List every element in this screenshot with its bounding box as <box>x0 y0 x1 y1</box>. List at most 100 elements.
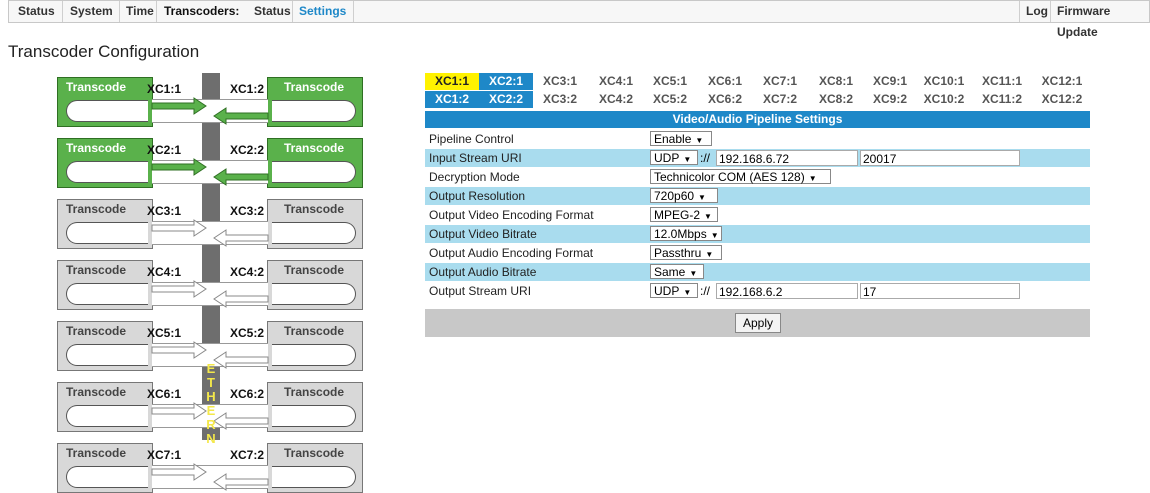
chevron-down-icon: ▼ <box>683 155 692 164</box>
tab-xc10-1[interactable]: XC10:1 <box>917 73 971 90</box>
tab-xc6-1[interactable]: XC6:1 <box>698 73 752 90</box>
pipeline-control-select[interactable]: Enable ▼ <box>650 131 712 146</box>
arrow-left-icon <box>213 412 269 430</box>
transcode-box-left[interactable]: Transcode <box>57 260 153 310</box>
chevron-down-icon: ▼ <box>698 193 706 202</box>
transcode-box-right[interactable]: Transcode <box>267 199 363 249</box>
signal-loop-left <box>66 222 148 244</box>
transcode-box-left[interactable]: Transcode <box>57 382 153 432</box>
nav-divider <box>1050 1 1051 22</box>
xc-label-right: XC1:2 <box>230 82 265 96</box>
chevron-down-icon: ▼ <box>704 212 712 221</box>
transcode-box-left[interactable]: Transcode <box>57 77 153 127</box>
tab-xc3-2[interactable]: XC3:2 <box>533 91 587 108</box>
transcode-box-left[interactable]: Transcode <box>57 321 153 371</box>
transcoder-diagram: Transcode Transcode XC1:1 XC1:2 Transcode Tra… <box>0 0 400 493</box>
transcode-label: Transcode <box>284 202 345 216</box>
row-output-video-bitrate: Output Video Bitrate 12.0Mbps ▼ <box>425 225 1090 243</box>
xc-label-right: XC2:2 <box>230 143 265 157</box>
output-video-format-select[interactable]: MPEG-2 ▼ <box>650 207 718 222</box>
signal-arrows <box>151 280 269 308</box>
signal-loop-left <box>66 161 148 183</box>
tab-xc2-2[interactable]: XC2:2 <box>479 91 533 108</box>
chevron-down-icon: ▼ <box>683 288 692 297</box>
tab-xc8-1[interactable]: XC8:1 <box>809 73 863 90</box>
tab-xc5-1[interactable]: XC5:1 <box>643 73 697 90</box>
arrow-right-icon <box>151 341 207 359</box>
transcode-box-right[interactable]: Transcode <box>267 382 363 432</box>
arrow-right-icon <box>151 402 207 420</box>
tab-xc4-2[interactable]: XC4:2 <box>589 91 643 108</box>
transcode-box-right[interactable]: Transcode <box>267 443 363 493</box>
tab-xc3-1[interactable]: XC3:1 <box>533 73 587 90</box>
tab-xc1-2[interactable]: XC1:2 <box>425 91 479 108</box>
signal-loop-right <box>272 222 356 244</box>
signal-loop-right <box>272 100 356 122</box>
tab-xc12-2[interactable]: XC12:2 <box>1035 91 1089 108</box>
nav-firmware-update[interactable]: Firmware Update <box>1052 1 1149 39</box>
transcode-label: Transcode <box>66 385 127 399</box>
tab-xc7-2[interactable]: XC7:2 <box>753 91 807 108</box>
input-uri-separator: :// <box>700 151 711 165</box>
output-port-field[interactable]: 17 <box>860 283 1020 299</box>
chevron-down-icon: ▼ <box>705 250 714 259</box>
output-address-field[interactable]: 192.168.6.2 <box>716 283 858 299</box>
transcode-box-left[interactable]: Transcode <box>57 138 153 188</box>
output-video-bitrate-select[interactable]: 12.0Mbps ▼ <box>650 226 722 241</box>
signal-arrows <box>151 158 269 186</box>
signal-loop-left <box>66 100 148 122</box>
signal-loop-left <box>66 405 148 427</box>
output-resolution-label: Output Resolution <box>429 189 526 203</box>
transcode-box-left[interactable]: Transcode <box>57 199 153 249</box>
pipeline-control-label: Pipeline Control <box>429 132 514 146</box>
tab-xc4-1[interactable]: XC4:1 <box>589 73 643 90</box>
arrow-right-icon <box>151 463 207 481</box>
tab-xc8-2[interactable]: XC8:2 <box>809 91 863 108</box>
output-resolution-select[interactable]: 720p60 ▼ <box>650 188 718 203</box>
transcode-box-right[interactable]: Transcode <box>267 260 363 310</box>
signal-loop-right <box>272 344 356 366</box>
row-output-stream-uri: Output Stream URI UDP ▼ :// 192.168.6.2 1… <box>425 282 1090 304</box>
input-protocol-select[interactable]: UDP ▼ <box>650 150 698 165</box>
transcode-label: Transcode <box>284 446 345 460</box>
signal-loop-right <box>272 405 356 427</box>
ethernet-letter: R <box>206 417 216 432</box>
signal-loop-right <box>272 283 356 305</box>
ethernet-letter: E <box>206 403 216 418</box>
tab-xc10-2[interactable]: XC10:2 <box>917 91 971 108</box>
output-protocol-select[interactable]: UDP ▼ <box>650 283 698 298</box>
input-address-field[interactable]: 192.168.6.72 <box>716 150 858 166</box>
tab-xc2-1[interactable]: XC2:1 <box>479 73 533 90</box>
output-audio-format-label: Output Audio Encoding Format <box>429 246 594 260</box>
transcode-box-right[interactable]: Transcode <box>267 138 363 188</box>
transcode-box-left[interactable]: Transcode <box>57 443 153 493</box>
nav-divider <box>1019 1 1020 22</box>
xc-label-right: XC7:2 <box>230 448 265 462</box>
tab-xc9-1[interactable]: XC9:1 <box>863 73 917 90</box>
xc-label-left: XC6:1 <box>147 387 182 401</box>
output-audio-bitrate-select[interactable]: Same ▼ <box>650 264 704 279</box>
xc-label-right: XC6:2 <box>230 387 265 401</box>
output-audio-format-select[interactable]: Passthru ▼ <box>650 245 722 260</box>
xc-label-left: XC7:1 <box>147 448 182 462</box>
tab-xc12-1[interactable]: XC12:1 <box>1035 73 1089 90</box>
apply-button[interactable]: Apply <box>735 313 781 333</box>
tab-xc9-2[interactable]: XC9:2 <box>863 91 917 108</box>
xc-label-left: XC4:1 <box>147 265 182 279</box>
tab-xc1-1[interactable]: XC1:1 <box>425 73 479 90</box>
transcode-box-right[interactable]: Transcode <box>267 321 363 371</box>
nav-log[interactable]: Log <box>1021 1 1053 22</box>
arrow-right-icon <box>151 280 207 298</box>
transcode-label: Transcode <box>66 324 127 338</box>
decryption-mode-select[interactable]: Technicolor COM (AES 128) ▼ <box>650 169 831 184</box>
tab-xc11-2[interactable]: XC11:2 <box>975 91 1029 108</box>
tab-xc5-2[interactable]: XC5:2 <box>643 91 697 108</box>
tab-xc11-1[interactable]: XC11:1 <box>975 73 1029 90</box>
tab-xc7-1[interactable]: XC7:1 <box>753 73 807 90</box>
arrow-left-icon <box>213 290 269 308</box>
transcode-box-right[interactable]: Transcode <box>267 77 363 127</box>
arrow-left-icon <box>213 229 269 247</box>
input-port-field[interactable]: 20017 <box>860 150 1020 166</box>
tab-xc6-2[interactable]: XC6:2 <box>698 91 752 108</box>
row-output-audio-format: Output Audio Encoding Format Passthru ▼ <box>425 244 1090 262</box>
